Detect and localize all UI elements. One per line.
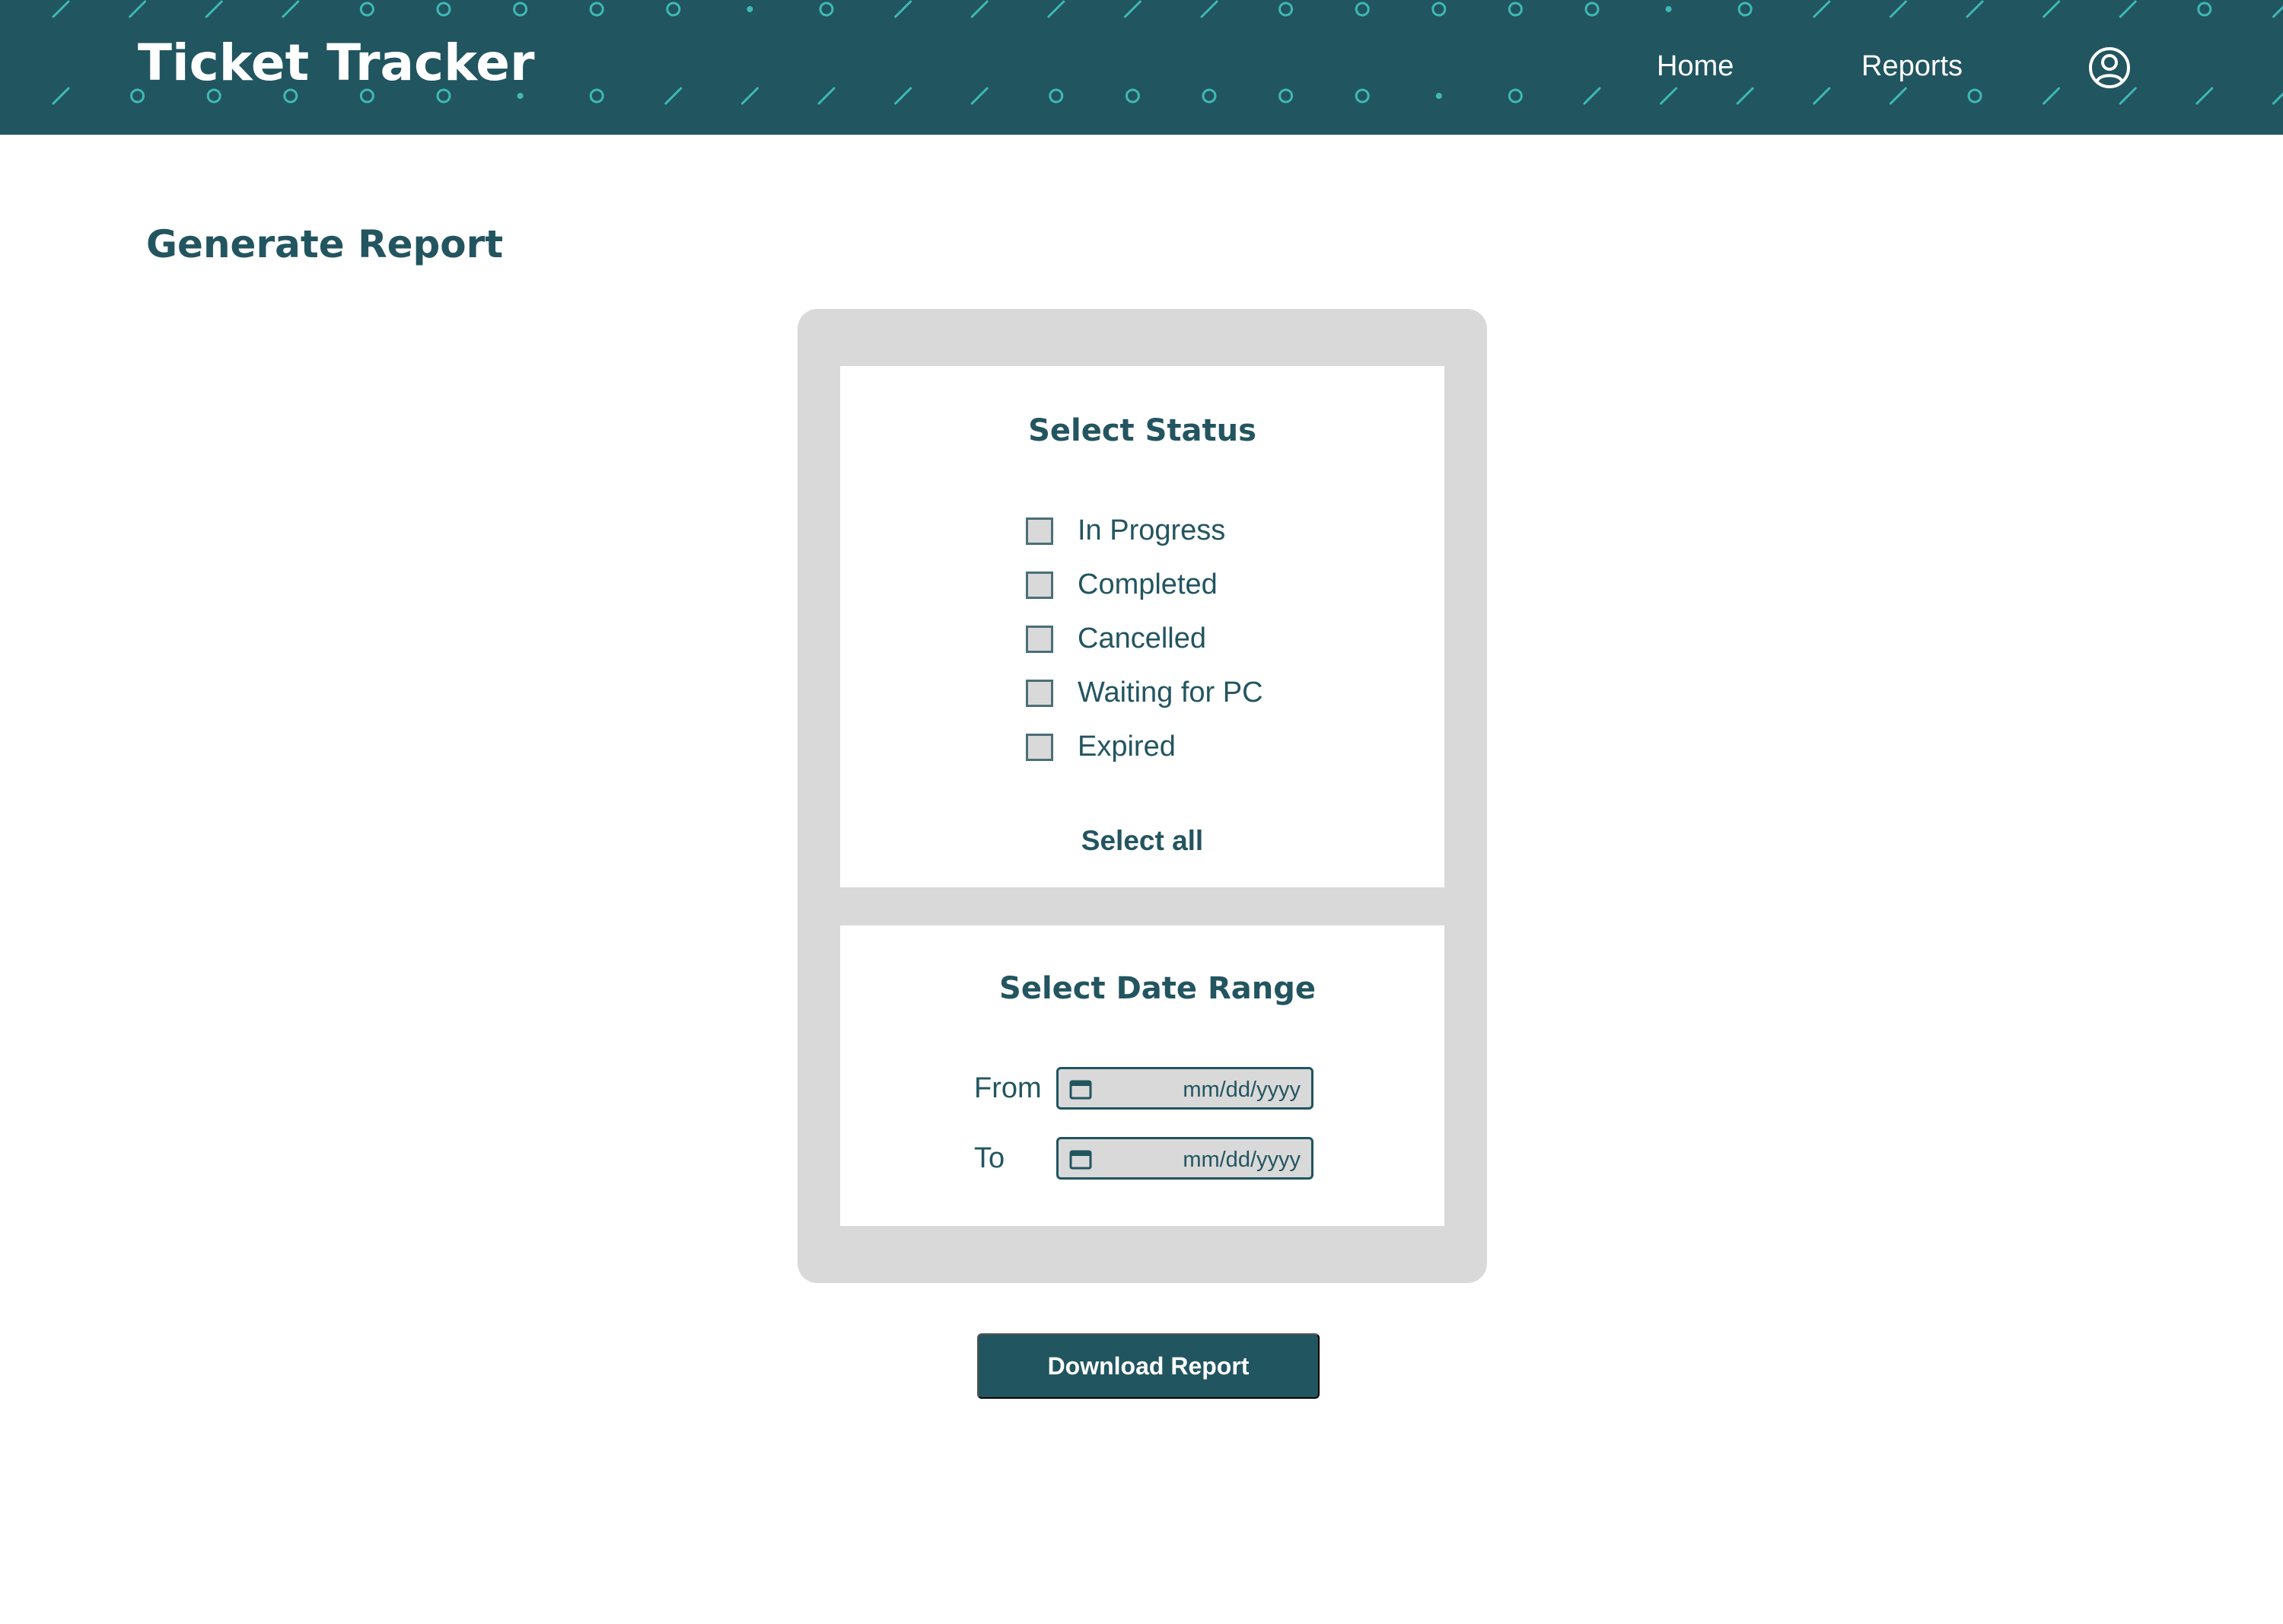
pattern-circle <box>666 2 681 17</box>
status-panel: Select Status In Progress Completed Canc… <box>840 366 1444 887</box>
pattern-circle <box>589 2 604 17</box>
app-header: Ticket Tracker Home Reports <box>0 0 2283 135</box>
pattern-dot <box>747 6 753 12</box>
date-from-row: From mm/dd/yyyy <box>974 1067 1313 1110</box>
select-all-link[interactable]: Select all <box>840 825 1444 857</box>
status-option-cancelled[interactable]: Cancelled <box>1026 612 1263 666</box>
pattern-circle <box>1967 88 1982 103</box>
from-date-input[interactable]: mm/dd/yyyy <box>1056 1067 1313 1110</box>
status-option-completed[interactable]: Completed <box>1026 558 1263 612</box>
status-option-label: In Progress <box>1078 514 1226 546</box>
date-to-row: To mm/dd/yyyy <box>974 1137 1313 1180</box>
checkbox[interactable] <box>1026 679 1053 707</box>
pattern-slash <box>1813 87 1831 105</box>
from-label: From <box>974 1072 1042 1104</box>
checkbox[interactable] <box>1026 733 1053 761</box>
date-section-heading: Select Date Range <box>999 971 1316 1006</box>
pattern-circle <box>2197 2 2212 17</box>
pattern-slash <box>2272 92 2283 105</box>
status-option-waiting-for-pc[interactable]: Waiting for PC <box>1026 666 1263 720</box>
status-option-label: Waiting for PC <box>1078 677 1263 709</box>
app-title[interactable]: Ticket Tracker <box>138 33 535 92</box>
status-option-in-progress[interactable]: In Progress <box>1026 504 1263 558</box>
pattern-circle <box>589 88 604 103</box>
pattern-slash <box>817 87 836 105</box>
pattern-circle <box>1584 2 1600 17</box>
pattern-circle <box>1508 2 1523 17</box>
report-form-card: Select Status In Progress Completed Canc… <box>798 309 1487 1283</box>
pattern-slash <box>2195 87 2214 105</box>
pattern-circle <box>359 2 374 17</box>
pattern-slash <box>129 0 147 18</box>
calendar-icon[interactable] <box>1069 1148 1092 1170</box>
download-report-button[interactable]: Download Report <box>977 1333 1320 1399</box>
pattern-slash <box>894 87 912 105</box>
date-range-panel: Select Date Range From mm/dd/yyyy To mm/… <box>840 925 1444 1226</box>
pattern-slash <box>2043 87 2061 105</box>
pattern-circle <box>1125 88 1140 103</box>
nav-reports-link[interactable]: Reports <box>1861 50 1963 83</box>
pattern-circle <box>1508 88 1523 103</box>
pattern-slash <box>1583 87 1601 105</box>
pattern-slash <box>2119 87 2137 105</box>
nav-home-link[interactable]: Home <box>1657 50 1734 83</box>
pattern-dot <box>1435 93 1442 99</box>
pattern-slash <box>1889 87 1907 105</box>
pattern-slash <box>1736 87 1754 105</box>
pattern-circle <box>1049 88 1064 103</box>
pattern-dot <box>517 93 524 99</box>
pattern-slash <box>2043 0 2061 18</box>
checkbox[interactable] <box>1026 517 1053 545</box>
calendar-icon[interactable] <box>1069 1078 1092 1100</box>
pattern-circle <box>1355 88 1370 103</box>
pattern-slash <box>1123 0 1142 18</box>
pattern-slash <box>205 0 223 18</box>
pattern-slash <box>1200 0 1218 18</box>
status-option-label: Expired <box>1078 731 1176 763</box>
pattern-circle <box>1355 2 1370 17</box>
page: Ticket Tracker Home Reports Generate Rep… <box>0 0 2283 1624</box>
pattern-slash <box>740 87 759 105</box>
to-label: To <box>974 1142 1005 1174</box>
pattern-slash <box>1813 0 1831 18</box>
status-checkbox-list: In Progress Completed Cancelled Waiting … <box>1026 504 1263 774</box>
pattern-slash <box>52 0 70 18</box>
from-date-placeholder: mm/dd/yyyy <box>1183 1078 1301 1102</box>
checkbox[interactable] <box>1026 625 1053 653</box>
pattern-circle <box>1278 2 1294 17</box>
status-option-label: Cancelled <box>1078 623 1206 654</box>
pattern-dot <box>1665 6 1672 12</box>
status-option-expired[interactable]: Expired <box>1026 720 1263 774</box>
pattern-circle <box>1431 2 1447 17</box>
pattern-circle <box>513 2 528 17</box>
pattern-slash <box>2119 0 2137 18</box>
pattern-slash <box>970 0 989 18</box>
pattern-slash <box>894 0 912 18</box>
pattern-slash <box>1047 0 1065 18</box>
pattern-circle <box>436 2 451 17</box>
to-date-placeholder: mm/dd/yyyy <box>1183 1148 1301 1172</box>
pattern-slash <box>970 87 989 105</box>
pattern-slash <box>282 0 300 18</box>
pattern-slash <box>52 87 70 105</box>
pattern-slash <box>1966 0 1984 18</box>
status-section-heading: Select Status <box>1028 413 1256 448</box>
pattern-slash <box>1889 0 1907 18</box>
page-title: Generate Report <box>146 222 504 266</box>
status-option-label: Completed <box>1078 568 1218 600</box>
pattern-slash <box>1660 87 1678 105</box>
pattern-circle <box>1202 88 1217 103</box>
user-circle-icon[interactable] <box>2088 46 2131 89</box>
checkbox[interactable] <box>1026 571 1053 599</box>
pattern-slash <box>2272 5 2283 18</box>
pattern-slash <box>664 87 683 105</box>
pattern-circle <box>1737 2 1753 17</box>
pattern-circle <box>1278 88 1294 103</box>
to-date-input[interactable]: mm/dd/yyyy <box>1056 1137 1313 1180</box>
pattern-circle <box>819 2 834 17</box>
